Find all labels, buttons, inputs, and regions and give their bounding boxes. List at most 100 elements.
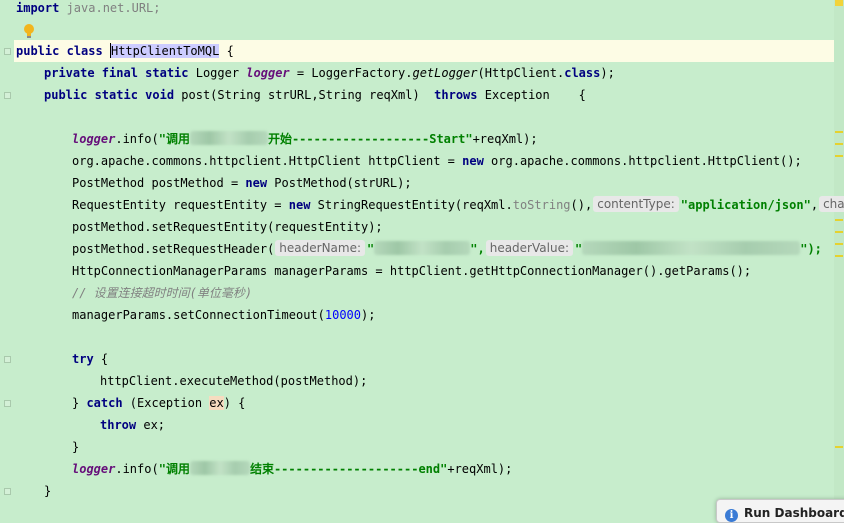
field-name: logger: [72, 462, 116, 476]
code-line-try[interactable]: try {: [72, 348, 108, 370]
code-text: postMethod.setRequestEntity(requestEntit…: [72, 220, 383, 234]
keyword: import: [16, 1, 60, 15]
keyword: catch: [86, 396, 123, 410]
info-icon: i: [725, 509, 738, 522]
code-line-close-method[interactable]: }: [44, 480, 51, 502]
class-name: HttpClientToMQL: [110, 44, 220, 58]
code-text: Exception {: [477, 88, 586, 102]
field-name: logger: [246, 66, 290, 80]
blurred-redaction: [582, 241, 801, 255]
run-dashboard-button[interactable]: i Run Dashboard: [716, 499, 844, 523]
method-name: toString: [512, 198, 571, 212]
parameter-hint: charse: [819, 196, 844, 212]
code-line-logger-field[interactable]: private final static Logger logger = Log…: [44, 62, 615, 84]
code-line-class-decl[interactable]: public class HttpClientToMQL {: [16, 40, 234, 62]
keyword: public: [16, 44, 60, 58]
code-text: }: [44, 484, 52, 498]
string-literal: ");: [800, 242, 822, 256]
code-line-set-header[interactable]: postMethod.setRequestHeader(headerName: "…: [72, 238, 822, 260]
code-text: (),: [570, 198, 593, 212]
code-text: +reqXml);: [447, 462, 513, 476]
code-text: org.apache.commons.httpclient.HttpClient…: [72, 154, 463, 168]
code-text: .info(: [115, 132, 159, 146]
code-text: managerParams.setConnectionTimeout(: [72, 308, 325, 322]
editor-gutter: [0, 0, 14, 518]
field-name: logger: [72, 132, 116, 146]
code-line-timeout[interactable]: managerParams.setConnectionTimeout(10000…: [72, 304, 375, 326]
string-literal: "调用: [158, 132, 190, 146]
code-text: PostMethod postMethod =: [72, 176, 246, 190]
code-line-execute[interactable]: httpClient.executeMethod(postMethod);: [100, 370, 367, 392]
code-line-postmethod[interactable]: PostMethod postMethod = new PostMethod(s…: [72, 172, 412, 194]
blurred-redaction: [189, 461, 250, 475]
keyword: private final static: [44, 66, 189, 80]
fold-marker[interactable]: [4, 92, 11, 99]
fold-marker[interactable]: [4, 48, 11, 55]
code-text: (HttpClient.: [477, 66, 565, 80]
parameter-hint: headerValue:: [485, 240, 573, 256]
fold-marker[interactable]: [4, 400, 11, 407]
keyword: class: [564, 66, 601, 80]
blurred-redaction: [374, 241, 471, 255]
code-text: org.apache.commons.httpclient.HttpClient…: [483, 154, 802, 168]
keyword: new: [288, 198, 311, 212]
code-text: httpClient.executeMethod(postMethod);: [100, 374, 368, 388]
parameter-hint: headerName:: [275, 240, 366, 256]
code-line-log-start[interactable]: logger.info("调用 开始-------------------Star…: [72, 128, 538, 150]
code-line-httpclient[interactable]: org.apache.commons.httpclient.HttpClient…: [72, 150, 802, 172]
code-text: PostMethod(strURL);: [267, 176, 412, 190]
blurred-redaction: [189, 131, 268, 145]
code-text: ) {: [223, 396, 246, 410]
code-text: RequestEntity requestEntity =: [72, 198, 289, 212]
code-line-request-entity[interactable]: RequestEntity requestEntity = new String…: [72, 194, 844, 216]
code-text: +reqXml);: [472, 132, 538, 146]
code-text: ex;: [136, 418, 166, 432]
code-text: {: [219, 44, 234, 58]
string-literal: ",: [470, 242, 485, 256]
code-line-log-end[interactable]: logger.info("调用 结束--------------------end…: [72, 458, 512, 480]
code-text: .info(: [115, 462, 159, 476]
code-text: ,: [810, 198, 819, 212]
code-text: postMethod.setRequestHeader(: [72, 242, 275, 256]
code-text: HttpConnectionManagerParams managerParam…: [72, 264, 752, 278]
code-text: post(String strURL,String reqXml): [174, 88, 435, 102]
variable-highlight: ex: [209, 396, 224, 410]
keyword: public static void: [44, 88, 175, 102]
fold-marker[interactable]: [4, 488, 11, 495]
code-line-manager-params[interactable]: HttpConnectionManagerParams managerParam…: [72, 260, 751, 282]
code-text: = LoggerFactory.: [289, 66, 413, 80]
string-literal: 结束--------------------end": [249, 462, 448, 476]
fold-marker[interactable]: [4, 356, 11, 363]
keyword: class: [66, 44, 103, 58]
string-literal: "application/json": [680, 198, 811, 212]
keyword: throw: [100, 418, 137, 432]
editor-scroll-stripe[interactable]: [834, 0, 844, 518]
code-text: (Exception: [122, 396, 210, 410]
code-line-close-catch[interactable]: }: [72, 436, 79, 458]
string-literal: ": [367, 242, 375, 256]
string-literal: 开始-------------------Start": [267, 132, 473, 146]
method-name: getLogger: [412, 66, 478, 80]
keyword: new: [245, 176, 268, 190]
lightbulb-icon[interactable]: [22, 23, 36, 39]
number-literal: 10000: [324, 308, 361, 322]
code-text: java.net.URL;: [59, 1, 161, 15]
code-text: );: [600, 66, 615, 80]
code-text: StringRequestEntity(reqXml.: [310, 198, 513, 212]
code-comment: // 设置连接超时时间(单位毫秒): [72, 286, 253, 300]
code-line-catch[interactable]: } catch (Exception ex) {: [72, 392, 245, 414]
code-line-method-decl[interactable]: public static void post(String strURL,St…: [44, 84, 586, 106]
keyword: try: [72, 352, 94, 366]
string-literal: ": [575, 242, 583, 256]
code-line-comment[interactable]: // 设置连接超时时间(单位毫秒): [72, 282, 252, 304]
code-line-set-entity[interactable]: postMethod.setRequestEntity(requestEntit…: [72, 216, 383, 238]
code-line-import[interactable]: import java.net.URL;: [16, 0, 161, 19]
code-text: }: [72, 440, 80, 454]
code-text: {: [93, 352, 109, 366]
code-text: }: [72, 396, 87, 410]
string-literal: "调用: [158, 462, 190, 476]
code-line-throw[interactable]: throw ex;: [100, 414, 165, 436]
keyword: throws: [434, 88, 478, 102]
keyword: new: [462, 154, 484, 168]
parameter-hint: contentType:: [593, 196, 679, 212]
